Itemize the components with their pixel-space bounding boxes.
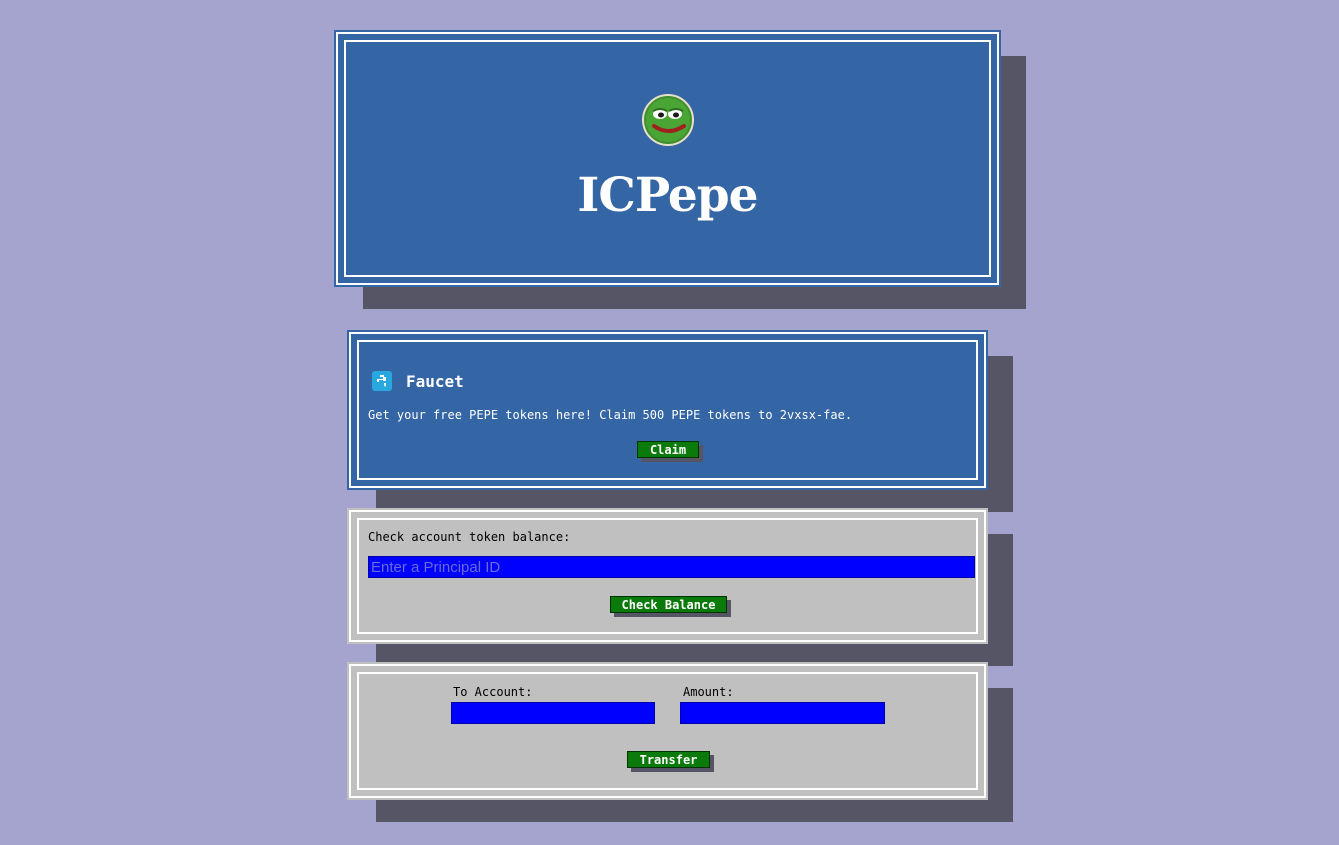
faucet-icon (372, 371, 392, 391)
principal-id-input[interactable] (368, 556, 975, 578)
faucet-title: Faucet (406, 372, 464, 391)
claim-button[interactable]: Claim (637, 441, 699, 458)
pepe-frog-avatar-icon (642, 94, 694, 146)
faucet-card: Faucet Get your free PEPE tokens here! C… (347, 330, 988, 490)
amount-label: Amount: (683, 685, 734, 699)
check-balance-button[interactable]: Check Balance (610, 596, 727, 613)
site-title: ICPepe (577, 168, 758, 223)
to-account-label: To Account: (453, 685, 533, 699)
amount-input[interactable] (680, 702, 885, 724)
page: ICPepe Faucet Get your free PEPE tokens … (0, 0, 1339, 845)
faucet-description: Get your free PEPE tokens here! Claim 50… (368, 408, 853, 422)
transfer-inner-border (357, 672, 978, 790)
header-inner-border (344, 40, 991, 277)
transfer-button[interactable]: Transfer (627, 751, 710, 768)
transfer-card: To Account: Amount: Transfer (347, 662, 988, 800)
balance-card: Check account token balance: Check Balan… (347, 508, 988, 644)
header-card: ICPepe (334, 30, 1001, 287)
balance-label: Check account token balance: (368, 530, 571, 544)
to-account-input[interactable] (451, 702, 655, 724)
